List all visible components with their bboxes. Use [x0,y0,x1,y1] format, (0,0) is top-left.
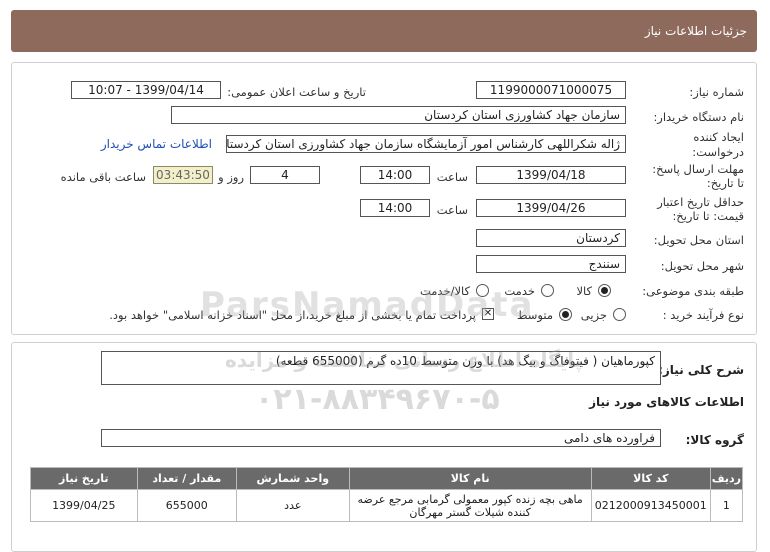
col-unit: واحد شمارش [236,467,350,490]
remaining-time-timer: 03:43:50 [153,166,213,184]
purchase-process-label: نوع فرآیند خرید : [662,308,744,322]
cell-row: 1 [709,489,744,522]
category-service-radio[interactable] [541,284,554,297]
need-number-label: شماره نیاز: [689,85,744,99]
page-title: جزئیات اطلاعات نیاز [644,24,747,38]
watermark-subtitle: پایگاه اطلاع رسانی مناقصه و مزایده [225,348,583,372]
price-validity-label-1: حداقل تاریخ اعتبار [657,195,744,209]
col-name: نام کالا [348,467,592,490]
buyer-org-field[interactable]: سازمان جهاد کشاورزی استان کردستان [171,106,626,124]
reply-time-label: ساعت [436,170,468,184]
delivery-city-field[interactable]: سنندج [476,255,626,273]
goods-section-title: اطلاعات کالاهای مورد نیاز [589,395,744,409]
col-qty: مقدار / تعداد [136,467,238,490]
requester-label-2: درخواست: [692,145,744,159]
watermark-phone: ۰۲۱-۸۸۳۴۹۶۷۰-۵ [255,382,500,417]
process-minor-radio[interactable] [613,308,626,321]
cell-unit: عدد [236,489,350,522]
requester-label-1: ایجاد کننده [693,130,744,144]
reply-deadline-time-field[interactable]: 14:00 [360,166,430,184]
process-medium-radio[interactable] [559,308,572,321]
price-validity-date-field[interactable]: 1399/04/26 [476,199,626,217]
cell-code: 0212000913450001 [590,489,711,522]
price-validity-label-2: قیمت: تا تاریخ: [672,209,744,223]
goods-group-label: گروه کالا: [685,433,744,447]
goods-panel: شرح کلی نیاز: کپورماهیان ( فیتوفاگ و بیگ… [11,342,757,552]
price-time-label: ساعت [436,203,468,217]
announce-datetime-label: تاریخ و ساعت اعلان عمومی: [227,85,366,99]
process-minor-label: جزیی [580,308,607,322]
remaining-days-field[interactable]: 4 [250,166,320,184]
reply-deadline-label-1: مهلت ارسال پاسخ: [652,162,744,176]
buyer-contact-link[interactable]: اطلاعات تماس خریدار [101,137,212,151]
delivery-province-field[interactable]: کردستان [476,229,626,247]
col-code: کد کالا [590,467,711,490]
requester-field[interactable]: ژاله شکراللهی کارشناس امور آزمایشگاه ساز… [226,135,626,153]
goods-table: ردیف کد کالا نام کالا واحد شمارش مقدار /… [30,467,744,522]
cell-qty: 655000 [136,489,238,522]
goods-group-field[interactable]: فراورده های دامی [101,429,661,447]
col-row: ردیف [709,467,744,490]
delivery-city-label: شهر محل تحویل: [660,259,744,273]
reply-deadline-date-field[interactable]: 1399/04/18 [476,166,626,184]
category-goods-label: کالا [576,284,592,298]
table-row[interactable]: 1 0212000913450001 ماهی بچه زنده کپور مع… [30,489,744,522]
category-goods-radio[interactable] [598,284,611,297]
announce-datetime-field[interactable]: 1399/04/14 - 10:07 [71,81,221,99]
col-date: تاریخ نیاز [30,467,138,490]
delivery-province-label: استان محل تحویل: [653,233,744,247]
need-number-field[interactable]: 1199000071000075 [476,81,626,99]
watermark-brand: ParsNamadData [200,285,535,325]
days-label: روز و [218,170,244,184]
category-label: طبقه بندی موضوعی: [642,284,744,298]
buyer-org-label: نام دستگاه خریدار: [653,110,744,124]
general-description-label: شرح کلی نیاز: [658,363,744,377]
cell-date: 1399/04/25 [30,489,138,522]
remaining-time-label: ساعت باقی مانده [60,170,146,184]
reply-deadline-label-2: تا تاریخ: [706,176,744,190]
page-title-bar: جزئیات اطلاعات نیاز [11,10,757,52]
cell-name: ماهی بچه زنده کپور معمولی گرمابی مرجع عر… [348,489,592,522]
price-validity-time-field[interactable]: 14:00 [360,199,430,217]
